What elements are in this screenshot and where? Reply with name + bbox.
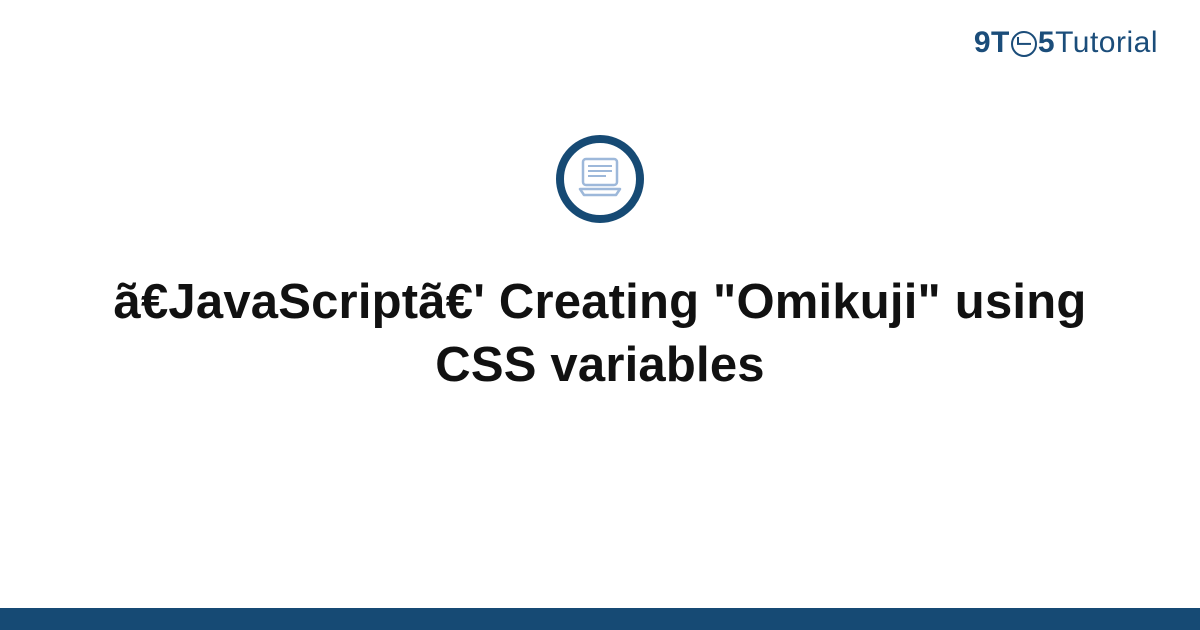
brand-text-9t: 9T	[974, 26, 1010, 60]
category-badge	[556, 135, 644, 223]
brand-text-5: 5	[1038, 26, 1055, 60]
main-content: ã€JavaScriptã€' Creating "Omikuji" using…	[0, 135, 1200, 396]
footer-accent-bar	[0, 608, 1200, 630]
laptop-icon	[576, 155, 624, 204]
site-brand: 9T 5 Tutorial	[974, 26, 1158, 60]
brand-text-tutorial: Tutorial	[1055, 26, 1158, 60]
article-title: ã€JavaScriptã€' Creating "Omikuji" using…	[100, 271, 1100, 396]
clock-icon	[1011, 31, 1037, 57]
